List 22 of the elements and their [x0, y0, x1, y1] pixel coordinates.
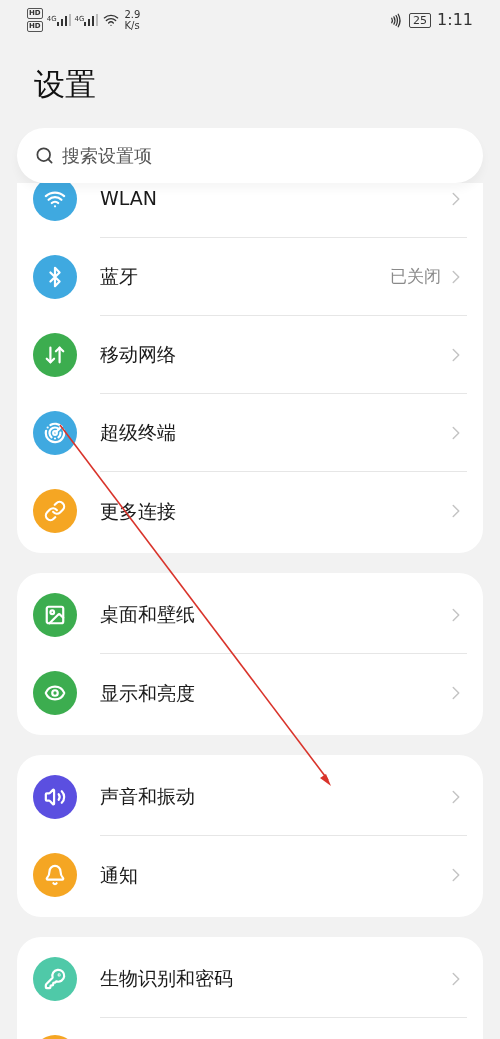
search-field[interactable]: 搜索设置项: [17, 128, 483, 183]
speed-value: 2.9: [124, 9, 141, 20]
signal-icon: [56, 14, 71, 26]
setting-value: 已关闭: [390, 264, 441, 288]
setting-label[interactable]: WLAN: [100, 184, 445, 213]
setting-label[interactable]: 移动网络: [100, 340, 445, 369]
wifi-icon: [103, 12, 120, 28]
signal-icon: [84, 14, 99, 26]
search-icon: [35, 146, 54, 165]
speed-unit: K/s: [124, 20, 141, 31]
setting-label[interactable]: 超级终端: [100, 418, 445, 447]
clock-time: 1:11: [437, 9, 473, 31]
nfc-icon: [388, 12, 404, 28]
battery-indicator: 25: [409, 12, 432, 28]
setting-label[interactable]: 蓝牙: [100, 262, 390, 291]
setting-label[interactable]: 桌面和壁纸: [100, 600, 445, 629]
setting-label[interactable]: 生物识别和密码: [100, 964, 445, 993]
search-placeholder: 搜索设置项: [62, 144, 152, 168]
page-title: 设置: [34, 64, 96, 104]
setting-label[interactable]: 通知: [100, 860, 445, 890]
setting-label[interactable]: 声音和振动: [100, 782, 445, 811]
setting-label[interactable]: 显示和亮度: [100, 678, 445, 708]
